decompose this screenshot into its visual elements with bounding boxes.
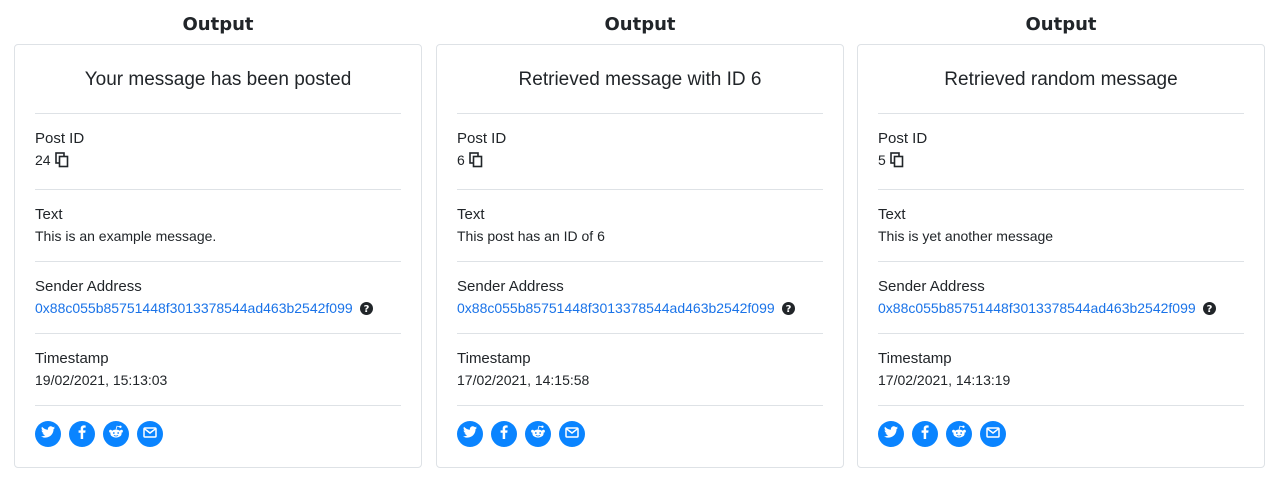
post-id-row: 6 [457, 149, 823, 171]
output-column: Output Retrieved message with ID 6 Post … [436, 0, 844, 468]
email-share-button[interactable] [559, 421, 585, 447]
reddit-icon [530, 425, 546, 444]
card-title: Your message has been posted [35, 45, 401, 114]
sender-address-link[interactable]: 0x88c055b85751448f3013378544ad463b2542f0… [878, 297, 1196, 319]
text-label: Text [878, 206, 906, 223]
post-id-label: Post ID [878, 130, 928, 147]
timestamp-field: Timestamp 17/02/2021, 14:13:19 [878, 334, 1244, 406]
help-icon[interactable]: ? [781, 301, 795, 315]
facebook-icon [78, 424, 86, 444]
timestamp-label: Timestamp [457, 350, 531, 367]
sender-label: Sender Address [878, 278, 985, 295]
sender-row: 0x88c055b85751448f3013378544ad463b2542f0… [457, 297, 823, 319]
twitter-icon [884, 425, 898, 443]
text-value: This is an example message. [35, 228, 217, 244]
post-id-value: 24 [35, 152, 51, 168]
card-title: Retrieved message with ID 6 [457, 45, 823, 114]
output-heading: Output [604, 14, 676, 35]
timestamp-value: 19/02/2021, 15:13:03 [35, 372, 168, 388]
svg-text:?: ? [785, 304, 791, 315]
sender-row: 0x88c055b85751448f3013378544ad463b2542f0… [35, 297, 401, 319]
text-label: Text [35, 206, 63, 223]
text-value: This is yet another message [878, 228, 1054, 244]
timestamp-label: Timestamp [35, 350, 109, 367]
facebook-share-button[interactable] [69, 421, 95, 447]
sender-address-link[interactable]: 0x88c055b85751448f3013378544ad463b2542f0… [35, 297, 353, 319]
output-column: Output Your message has been posted Post… [14, 0, 422, 468]
post-id-row: 24 [35, 149, 401, 171]
text-field: Text This post has an ID of 6 [457, 190, 823, 262]
post-id-value: 6 [457, 152, 465, 168]
timestamp-label: Timestamp [878, 350, 952, 367]
sender-field: Sender Address 0x88c055b85751448f3013378… [35, 262, 401, 334]
timestamp-value: 17/02/2021, 14:15:58 [457, 372, 590, 388]
post-id-field: Post ID 6 [457, 114, 823, 190]
copy-icon[interactable] [54, 152, 69, 168]
email-share-button[interactable] [980, 421, 1006, 447]
reddit-icon [108, 425, 124, 444]
svg-text:?: ? [363, 304, 369, 315]
reddit-share-button[interactable] [946, 421, 972, 447]
sender-label: Sender Address [457, 278, 564, 295]
output-heading: Output [182, 14, 254, 35]
share-buttons [878, 406, 1244, 447]
post-id-row: 5 [878, 149, 1244, 171]
help-icon[interactable]: ? [1202, 301, 1216, 315]
message-card: Retrieved message with ID 6 Post ID 6 Te… [436, 44, 844, 468]
share-buttons [35, 406, 401, 447]
twitter-share-button[interactable] [878, 421, 904, 447]
share-buttons [457, 406, 823, 447]
message-card: Retrieved random message Post ID 5 Text … [857, 44, 1265, 468]
svg-text:?: ? [1206, 304, 1212, 315]
email-icon [986, 425, 1000, 443]
reddit-share-button[interactable] [525, 421, 551, 447]
post-id-label: Post ID [457, 130, 507, 147]
email-share-button[interactable] [137, 421, 163, 447]
copy-icon[interactable] [468, 152, 483, 168]
twitter-share-button[interactable] [35, 421, 61, 447]
text-label: Text [457, 206, 485, 223]
facebook-share-button[interactable] [912, 421, 938, 447]
post-id-value: 5 [878, 152, 886, 168]
timestamp-field: Timestamp 17/02/2021, 14:15:58 [457, 334, 823, 406]
timestamp-field: Timestamp 19/02/2021, 15:13:03 [35, 334, 401, 406]
sender-field: Sender Address 0x88c055b85751448f3013378… [457, 262, 823, 334]
sender-field: Sender Address 0x88c055b85751448f3013378… [878, 262, 1244, 334]
twitter-icon [463, 425, 477, 443]
output-heading: Output [1025, 14, 1097, 35]
post-id-label: Post ID [35, 130, 85, 147]
reddit-icon [951, 425, 967, 444]
help-icon[interactable]: ? [359, 301, 373, 315]
email-icon [143, 425, 157, 443]
text-field: Text This is an example message. [35, 190, 401, 262]
sender-label: Sender Address [35, 278, 142, 295]
reddit-share-button[interactable] [103, 421, 129, 447]
sender-address-link[interactable]: 0x88c055b85751448f3013378544ad463b2542f0… [457, 297, 775, 319]
text-value: This post has an ID of 6 [457, 228, 605, 244]
timestamp-value: 17/02/2021, 14:13:19 [878, 372, 1011, 388]
copy-icon[interactable] [889, 152, 904, 168]
facebook-icon [500, 424, 508, 444]
text-field: Text This is yet another message [878, 190, 1244, 262]
post-id-field: Post ID 5 [878, 114, 1244, 190]
post-id-field: Post ID 24 [35, 114, 401, 190]
facebook-icon [921, 424, 929, 444]
twitter-icon [41, 425, 55, 443]
facebook-share-button[interactable] [491, 421, 517, 447]
card-title: Retrieved random message [878, 45, 1244, 114]
twitter-share-button[interactable] [457, 421, 483, 447]
sender-row: 0x88c055b85751448f3013378544ad463b2542f0… [878, 297, 1244, 319]
message-card: Your message has been posted Post ID 24 … [14, 44, 422, 468]
email-icon [565, 425, 579, 443]
output-column: Output Retrieved random message Post ID … [857, 0, 1265, 468]
